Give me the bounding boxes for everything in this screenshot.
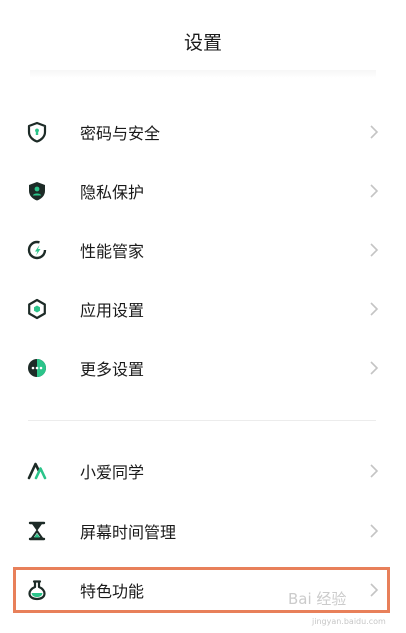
- shield-lock-icon: [26, 121, 48, 143]
- chevron-right-icon: [370, 464, 379, 478]
- menu-item-password-security[interactable]: 密码与安全: [20, 109, 386, 155]
- chevron-right-icon: [370, 243, 379, 257]
- menu-item-screen-time[interactable]: 屏幕时间管理: [20, 508, 386, 554]
- menu-item-app-settings[interactable]: 应用设置: [20, 286, 386, 332]
- scroll-fade: [30, 70, 376, 78]
- chevron-right-icon: [370, 302, 379, 316]
- chevron-right-icon: [370, 125, 379, 139]
- menu-item-more-settings[interactable]: 更多设置: [20, 345, 386, 391]
- settings-page: 设置 密码与安全 隐私保护 性能管家 应用设置 更多设置 小爱同学 屏幕时间管理…: [0, 0, 406, 633]
- watermark: Bai 经验: [288, 590, 347, 608]
- chevron-right-icon: [370, 524, 379, 538]
- menu-item-label: 性能管家: [80, 242, 145, 261]
- menu-item-label: 密码与安全: [80, 124, 161, 143]
- app-settings-icon: [26, 298, 48, 320]
- menu-item-label: 应用设置: [80, 301, 145, 320]
- more-settings-icon: [26, 357, 48, 379]
- menu-item-privacy[interactable]: 隐私保护: [20, 168, 386, 214]
- menu-item-label: 隐私保护: [80, 183, 145, 202]
- page-title: 设置: [183, 32, 222, 54]
- privacy-shield-icon: [26, 180, 48, 202]
- performance-icon: [26, 239, 48, 261]
- chevron-right-icon: [370, 184, 379, 198]
- menu-item-xiaoai[interactable]: 小爱同学: [20, 448, 386, 494]
- menu-item-label: 屏幕时间管理: [80, 523, 177, 542]
- xiaoai-icon: [26, 460, 48, 482]
- menu-item-label: 更多设置: [80, 360, 145, 379]
- menu-item-label: 小爱同学: [80, 463, 145, 482]
- watermark-url: jingyan.baidu.com: [312, 617, 386, 626]
- hourglass-icon: [26, 520, 48, 542]
- menu-item-performance[interactable]: 性能管家: [20, 227, 386, 273]
- chevron-right-icon: [370, 361, 379, 375]
- section-divider: [28, 420, 376, 421]
